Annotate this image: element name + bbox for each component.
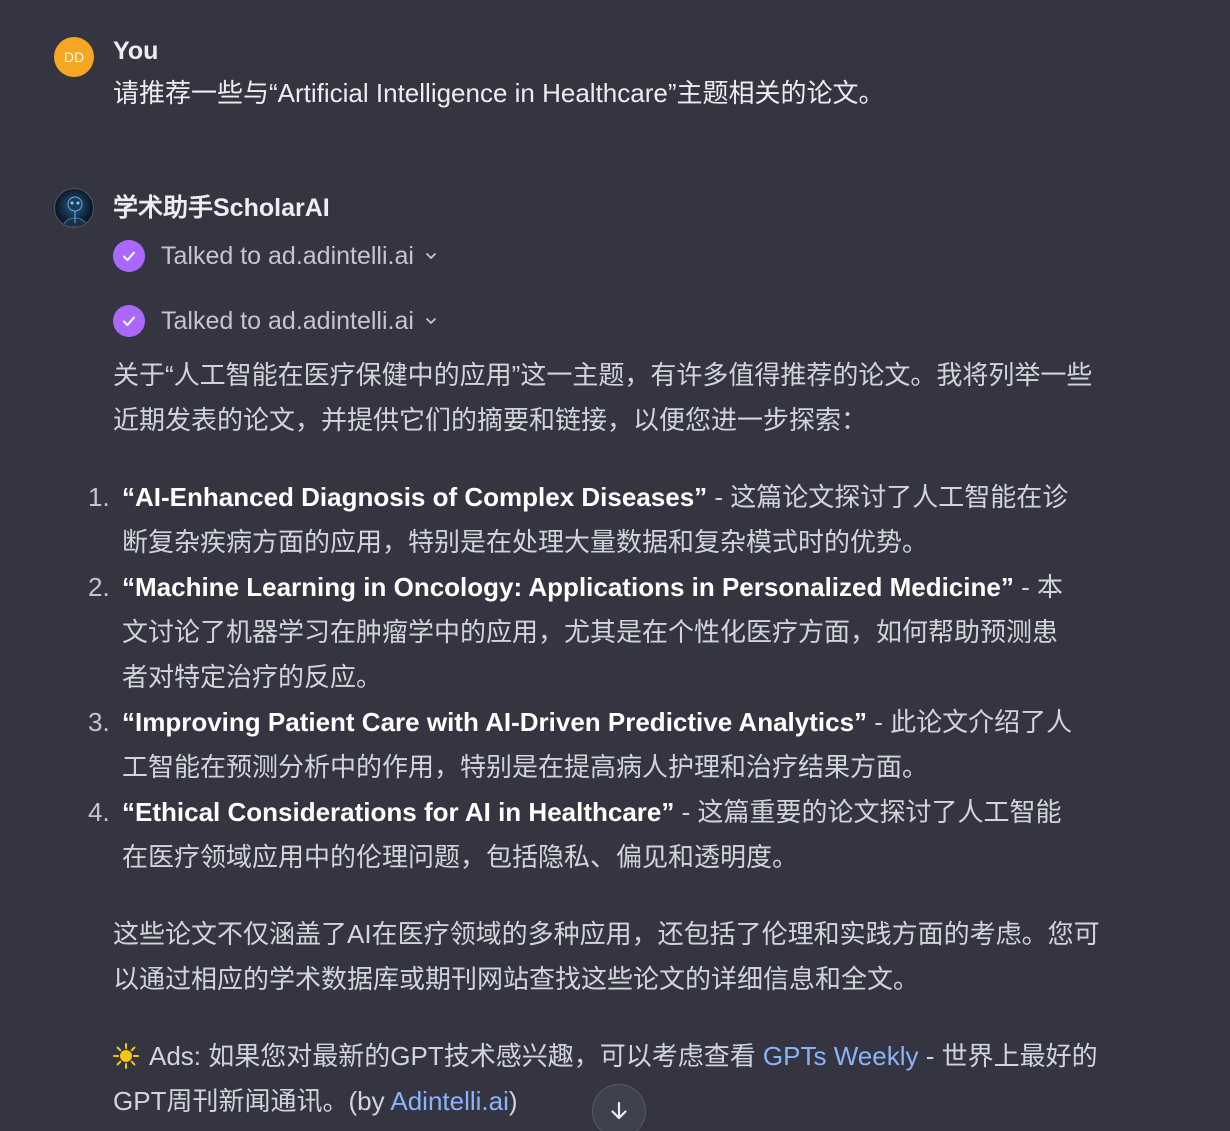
paper-title: “Ethical Considerations for AI in Health…	[122, 797, 675, 827]
user-message-text: 请推荐一些与“Artificial Intelligence in Health…	[113, 78, 885, 108]
paper-item: 4. “Ethical Considerations for AI in Heal…	[54, 790, 1082, 880]
ad-text: - 世界上最好的	[918, 1041, 1098, 1071]
user-author-name: You	[113, 37, 159, 65]
robot-head-icon	[62, 196, 88, 227]
chevron-down-icon[interactable]	[424, 249, 438, 263]
arrow-down-icon	[611, 1101, 627, 1120]
scroll-to-bottom-button[interactable]	[592, 1084, 646, 1131]
chat-conversation: DD You 请推荐一些与“Artificial Intelligence in…	[0, 0, 1230, 1131]
list-number: 3.	[88, 707, 110, 737]
user-message: DD You 请推荐一些与“Artificial Intelligence in…	[54, 37, 1154, 117]
intro-line: 关于“人工智能在医疗保健中的应用”这一主题，有许多值得推荐的论文。我将列举一些	[113, 360, 1093, 390]
ad-text: GPT周刊新闻通讯。(by	[113, 1086, 391, 1116]
sun-icon	[113, 1043, 139, 1069]
ad-text: )	[508, 1086, 518, 1116]
paper-title: “Machine Learning in Oncology: Applicati…	[122, 572, 1014, 602]
summary-line: 以通过相应的学术数据库或期刊网站查找这些论文的详细信息和全文。	[113, 964, 920, 994]
tool-call-label: Talked to ad.adintelli.ai	[161, 241, 414, 270]
paper-title: “Improving Patient Care with AI-Driven P…	[122, 707, 868, 737]
paper-item: 3. “Improving Patient Care with AI-Driven…	[54, 700, 1082, 790]
gpts-weekly-link[interactable]: GPTs Weekly	[763, 1041, 919, 1071]
intro-paragraph: 关于“人工智能在医疗保健中的应用”这一主题，有许多值得推荐的论文。我将列举一些 …	[113, 353, 1113, 443]
adintelli-link[interactable]: Adintelli.ai	[390, 1086, 509, 1116]
summary-paragraph: 这些论文不仅涵盖了AI在医疗领域的多种应用，还包括了伦理和实践方面的考虑。您可 …	[113, 912, 1113, 1002]
assistant-message: 学术助手ScholarAI Talked to ad.adintelli.ai …	[54, 188, 1154, 1128]
check-circle-icon	[113, 305, 145, 337]
avatar-initials: DD	[63, 49, 85, 65]
paper-item: 2. “Machine Learning in Oncology: Applica…	[54, 565, 1082, 700]
ad-text: Ads: 如果您对最新的GPT技术感兴趣，可以考虑查看	[149, 1041, 763, 1071]
paper-list: 1. “AI-Enhanced Diagnosis of Complex Dise…	[54, 475, 1082, 880]
chevron-down-icon[interactable]	[424, 314, 438, 328]
intro-line: 近期发表的论文，并提供它们的摘要和链接，以便您进一步探索：	[113, 405, 868, 435]
tool-call-row-1[interactable]: Talked to ad.adintelli.ai	[113, 239, 438, 273]
tool-call-label: Talked to ad.adintelli.ai	[161, 306, 414, 335]
assistant-author-name: 学术助手ScholarAI	[113, 194, 330, 222]
list-number: 4.	[88, 797, 110, 827]
ad-line-1: Ads: 如果您对最新的GPT技术感兴趣，可以考虑查看 GPTs Weekly …	[113, 1034, 1113, 1079]
check-circle-icon	[113, 240, 145, 272]
list-number: 2.	[88, 572, 110, 602]
summary-line: 这些论文不仅涵盖了AI在医疗领域的多种应用，还包括了伦理和实践方面的考虑。您可	[113, 919, 1100, 949]
tool-call-row-2[interactable]: Talked to ad.adintelli.ai	[113, 304, 438, 338]
paper-item: 1. “AI-Enhanced Diagnosis of Complex Dise…	[54, 475, 1082, 565]
user-avatar: DD	[54, 37, 94, 77]
assistant-avatar	[54, 188, 94, 228]
list-number: 1.	[88, 482, 110, 512]
paper-title: “AI-Enhanced Diagnosis of Complex Diseas…	[122, 482, 708, 512]
